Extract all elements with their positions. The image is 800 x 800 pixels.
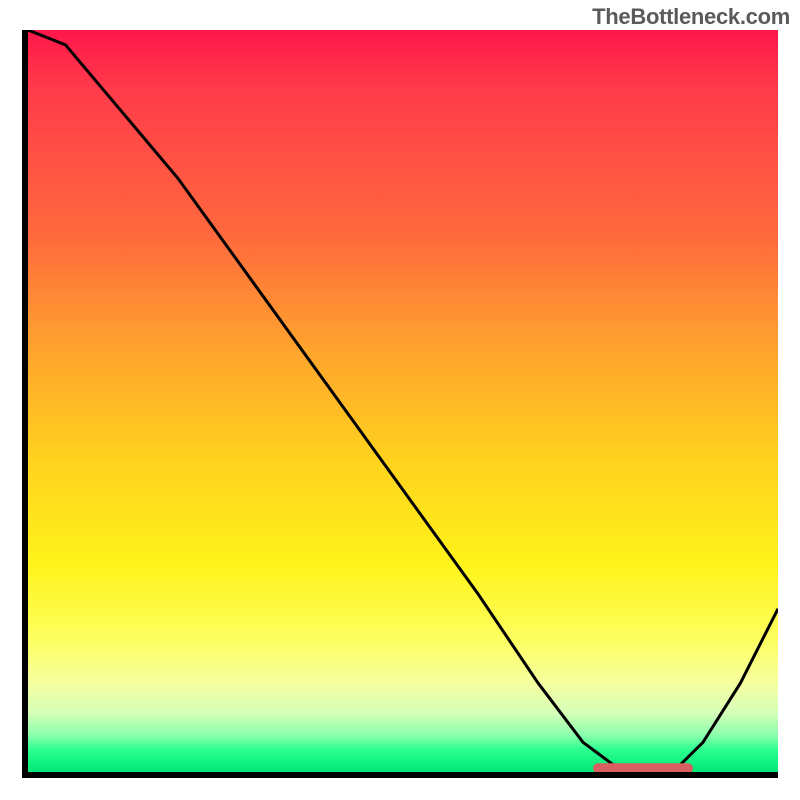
chart-container: TheBottleneck.com	[0, 0, 800, 800]
watermark-text: TheBottleneck.com	[592, 4, 790, 30]
gradient-background	[28, 30, 778, 772]
plot-area	[22, 30, 778, 778]
